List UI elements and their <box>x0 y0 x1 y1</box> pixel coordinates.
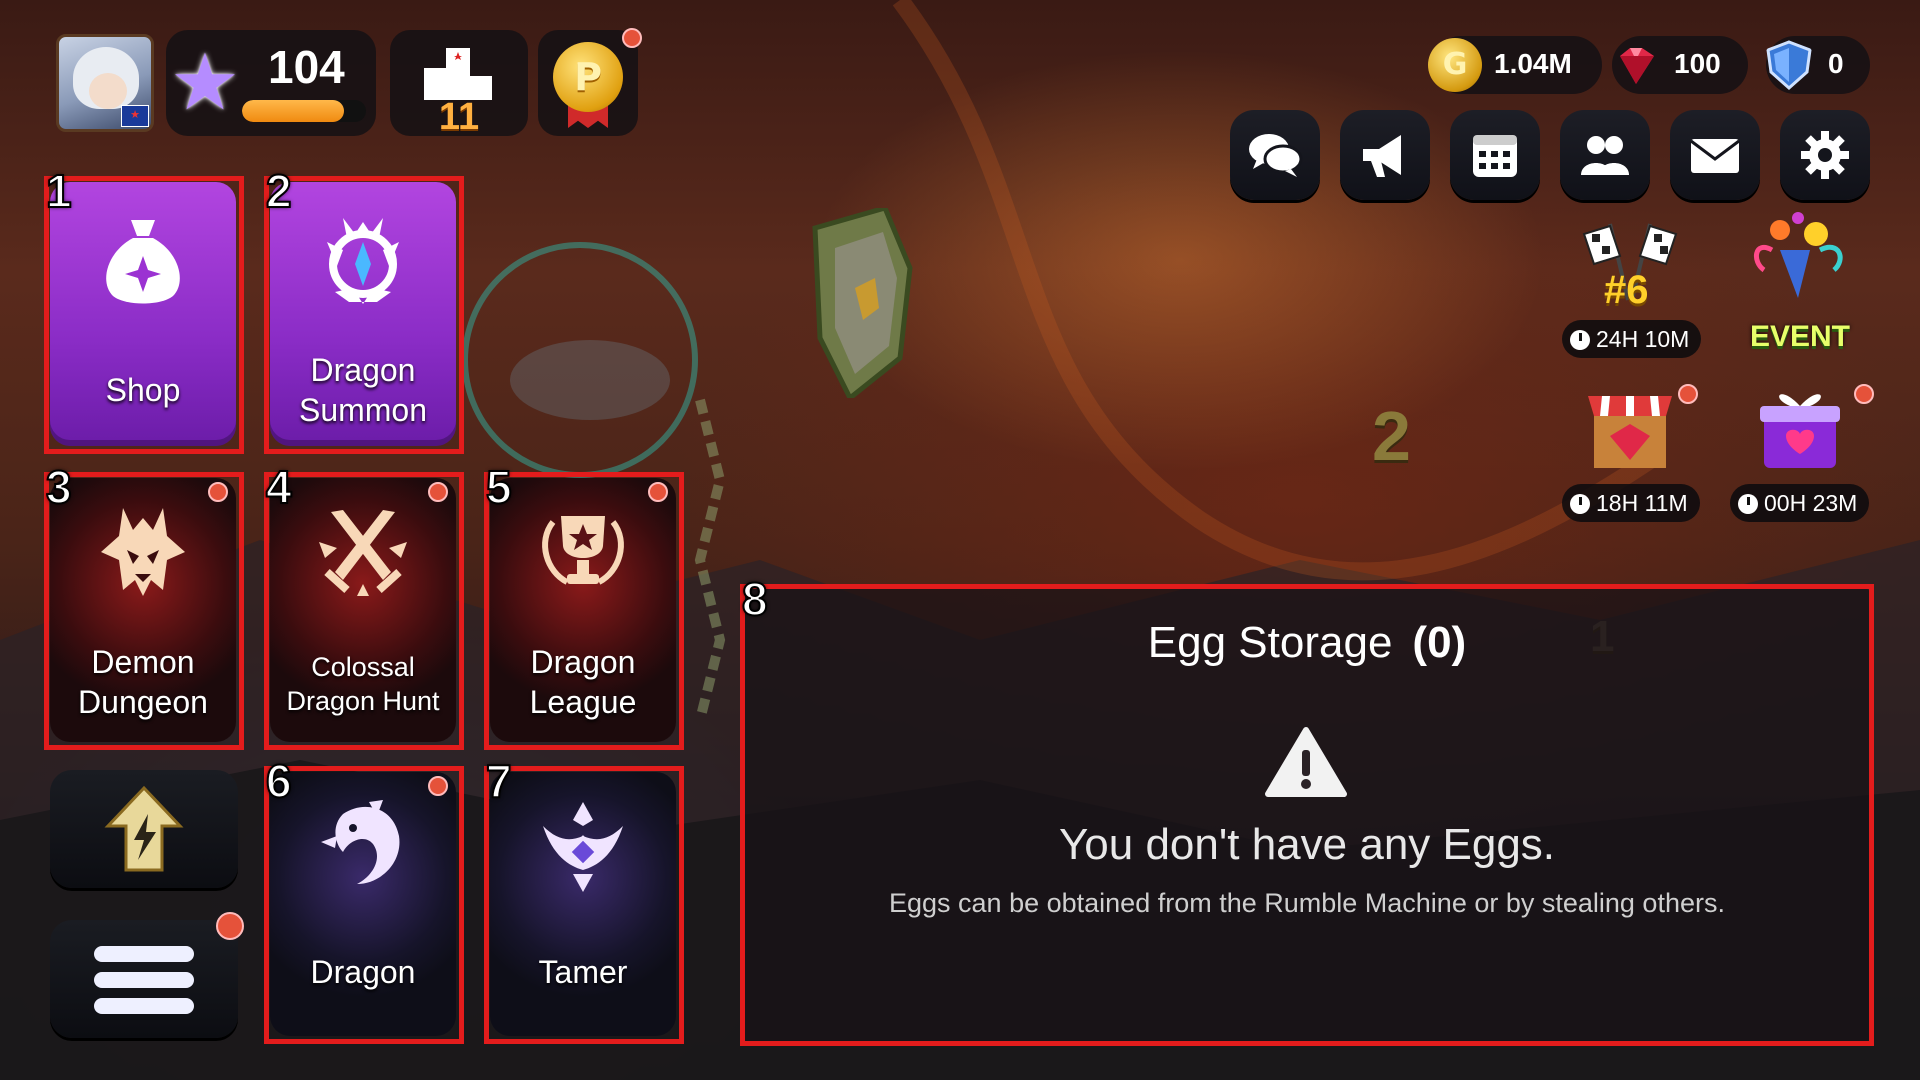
marker-number: 5 <box>485 461 513 513</box>
hamburger-menu-icon <box>94 946 194 1014</box>
empty-state-title: You don't have any Eggs. <box>1058 820 1556 869</box>
marker-number: 3 <box>45 461 73 513</box>
power-up-button[interactable] <box>50 770 238 888</box>
tamer-button[interactable]: Tamer <box>490 772 676 1036</box>
crossed-swords-icon <box>319 510 407 596</box>
dragon-label: Dragon <box>310 954 416 990</box>
party-popper-icon <box>1754 212 1843 298</box>
egg-storage-panel: Egg Storage (0) You don't have any Eggs. … <box>744 588 1870 1042</box>
ruby-gem-icon <box>1620 48 1654 84</box>
gear-icon <box>1801 131 1849 179</box>
race-timer: 24H 10M <box>1562 320 1702 358</box>
clock-icon <box>1570 494 1590 514</box>
mail-button[interactable] <box>1670 110 1760 200</box>
gift-timer: 00H 23M <box>1730 484 1870 522</box>
warning-icon <box>1265 727 1347 797</box>
player-avatar[interactable]: ★ <box>56 34 154 132</box>
star-icon: ★ <box>170 38 240 128</box>
clock-icon <box>1570 330 1590 350</box>
tamer-emblem-icon <box>543 802 623 892</box>
announcement-button[interactable] <box>1340 110 1430 200</box>
player-level: 104 <box>268 41 345 93</box>
tamer-label: Tamer <box>538 954 628 990</box>
calendar-icon <box>1473 135 1517 177</box>
australia-flag-icon: ★ <box>121 105 149 127</box>
colossal-dragon-hunt-label: Colossal Dragon Hunt <box>286 652 440 716</box>
envelope-icon <box>1690 139 1740 173</box>
limited-offer-button[interactable]: 18H 11M <box>1560 384 1700 524</box>
trophy-icon <box>542 516 624 585</box>
pass-medal-icon: P <box>553 42 623 112</box>
shield-icon <box>1766 40 1812 91</box>
podium-icon <box>424 48 492 100</box>
gold-amount: 1.04M <box>1494 48 1572 79</box>
dragon-league-button[interactable]: Dragon League <box>490 478 676 742</box>
dragon-summon-label: Dragon Summon <box>298 352 428 428</box>
pass-button[interactable]: P <box>538 28 642 136</box>
race-event-button[interactable]: #6 24H 10M <box>1560 220 1702 360</box>
dragon-button[interactable]: Dragon <box>270 772 456 1036</box>
friends-icon <box>1581 136 1629 175</box>
megaphone-icon <box>1363 135 1401 177</box>
gold-coin-icon: G <box>1428 38 1482 92</box>
shield-amount: 0 <box>1828 48 1844 79</box>
ranking-button[interactable]: 11 <box>390 30 528 138</box>
xp-progress-bar <box>242 100 366 122</box>
notification-dot <box>216 912 244 940</box>
level-up-arrow-icon <box>104 785 184 872</box>
calendar-button[interactable] <box>1450 110 1540 200</box>
gold-currency[interactable]: G 1.04M <box>1428 36 1602 94</box>
player-rank: 11 <box>438 96 480 138</box>
shield-monster-icon <box>812 208 913 398</box>
marker-number: 6 <box>265 755 293 807</box>
money-bag-icon <box>106 220 180 304</box>
notification-dot <box>1678 384 1698 404</box>
chat-bubbles-icon <box>1249 134 1303 177</box>
notification-dot <box>428 776 448 796</box>
floating-damage-number: 2 <box>1372 397 1411 475</box>
notification-dot <box>1854 384 1874 404</box>
gem-amount: 100 <box>1674 48 1721 79</box>
demon-dungeon-label: Demon Dungeon <box>78 644 208 720</box>
shop-label: Shop <box>105 372 181 408</box>
notification-dot <box>622 28 642 48</box>
marker-number: 2 <box>265 165 293 217</box>
settings-button[interactable] <box>1780 110 1870 200</box>
empty-state-description: Eggs can be obtained from the Rumble Mac… <box>889 888 1725 918</box>
shop-button[interactable]: Shop <box>50 182 236 446</box>
marker-number: 8 <box>741 573 769 625</box>
marker-number: 1 <box>45 165 73 217</box>
notification-dot <box>428 482 448 502</box>
gift-box-icon <box>1760 394 1840 468</box>
offer-timer: 18H 11M <box>1562 484 1700 522</box>
dragon-league-label: Dragon League <box>529 644 637 720</box>
notification-dot <box>648 482 668 502</box>
player-level-badge[interactable]: ★ 104 <box>166 30 376 136</box>
dragon-summon-button[interactable]: Dragon Summon <box>270 182 456 446</box>
shop-stall-icon <box>1588 396 1672 468</box>
clock-icon <box>1738 494 1758 514</box>
egg-storage-title: Egg Storage (0) <box>1147 618 1467 667</box>
summon-crest-icon <box>327 218 399 304</box>
demon-skull-icon <box>101 508 185 596</box>
marker-number: 7 <box>485 755 513 807</box>
chat-button[interactable] <box>1230 110 1320 200</box>
colossal-dragon-hunt-button[interactable]: Colossal Dragon Hunt <box>270 478 456 742</box>
egg-count: (0) <box>1412 618 1467 667</box>
demon-dungeon-button[interactable]: Demon Dungeon <box>50 478 236 742</box>
xp-progress-fill <box>242 100 344 122</box>
dragon-head-icon <box>321 800 400 884</box>
main-menu-button[interactable] <box>50 912 244 1038</box>
event-button[interactable]: EVENT <box>1730 210 1870 360</box>
notification-dot <box>208 482 228 502</box>
shield-currency[interactable]: 0 <box>1766 36 1870 94</box>
gem-currency[interactable]: 100 <box>1612 36 1748 94</box>
race-rank-label: #6 <box>1604 268 1649 312</box>
event-label: EVENT <box>1749 320 1851 353</box>
marker-number: 4 <box>265 461 293 513</box>
friends-button[interactable] <box>1560 110 1650 200</box>
gift-button[interactable]: 00H 23M <box>1730 384 1874 524</box>
